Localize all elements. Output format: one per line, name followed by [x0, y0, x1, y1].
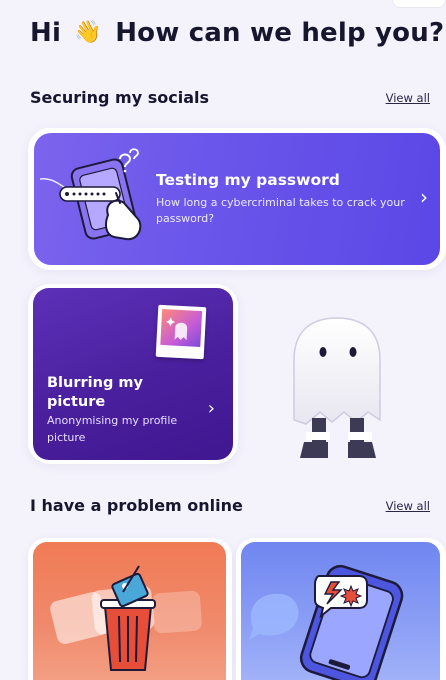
section-title-socials: Securing my socials	[30, 88, 209, 107]
password-test-card[interactable]: Testing my password How long a cybercrim…	[34, 133, 440, 265]
password-card-frame: Testing my password How long a cybercrim…	[28, 128, 446, 270]
phone-card-frame	[236, 538, 446, 680]
page-title: Hi 👋 How can we help you?	[30, 18, 444, 48]
phone-alert-icon	[249, 564, 404, 680]
ghost-photo-icon	[166, 317, 188, 341]
greeting-prefix: Hi	[30, 18, 62, 48]
password-phone-illustration	[39, 148, 142, 241]
blur-card-frame: Blurring my picture Anonymising my profi…	[28, 284, 238, 464]
phone-problem-card[interactable]	[241, 542, 440, 680]
password-card-description: How long a cybercriminal takes to crack …	[156, 196, 405, 225]
section-title-problem: I have a problem online	[30, 496, 243, 515]
chevron-right-icon: ›	[420, 185, 428, 209]
polaroid-photo-icon	[155, 304, 207, 360]
waving-hand-icon: 👋	[74, 20, 102, 45]
password-card-title: Testing my password	[156, 171, 340, 189]
trash-bin-icon	[50, 565, 202, 671]
blur-picture-card[interactable]: Blurring my picture Anonymising my profi…	[33, 288, 233, 460]
top-edge-tab	[392, 0, 446, 8]
polaroid-photo-image	[160, 308, 203, 348]
view-all-socials-link[interactable]: View all	[386, 91, 430, 105]
blur-card-description: Anonymising my profile picture	[47, 414, 178, 444]
help-home-screen: Hi 👋 How can we help you? Securing my so…	[0, 0, 446, 680]
delete-content-card[interactable]	[33, 542, 226, 680]
ghost-icon	[293, 317, 381, 458]
bin-card-frame	[28, 538, 232, 680]
greeting-suffix: How can we help you?	[115, 18, 445, 48]
view-all-problem-link[interactable]: View all	[386, 499, 430, 513]
blur-card-title: Blurring my picture	[47, 375, 143, 410]
chevron-right-icon: ›	[207, 398, 215, 419]
